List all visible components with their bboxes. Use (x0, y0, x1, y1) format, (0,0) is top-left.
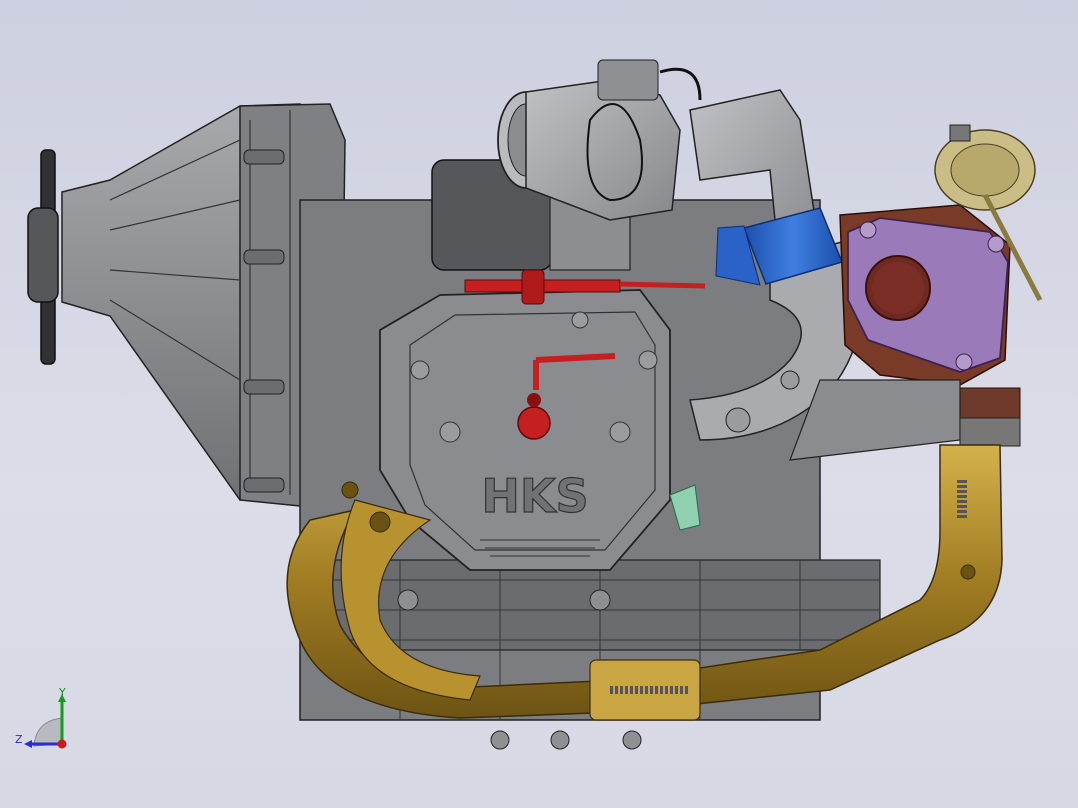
triad-z-label: Z (15, 733, 23, 746)
graphics-viewport[interactable]: HKS Y Z (0, 0, 1078, 808)
engine-model[interactable]: HKS (0, 0, 1078, 808)
view-triad: Y Z (15, 686, 67, 749)
pulley-disk[interactable] (27, 149, 59, 365)
triad-x-dot-icon (57, 739, 67, 749)
hks-engraving: HKS (481, 469, 588, 523)
triad-y-label: Y (58, 686, 66, 699)
